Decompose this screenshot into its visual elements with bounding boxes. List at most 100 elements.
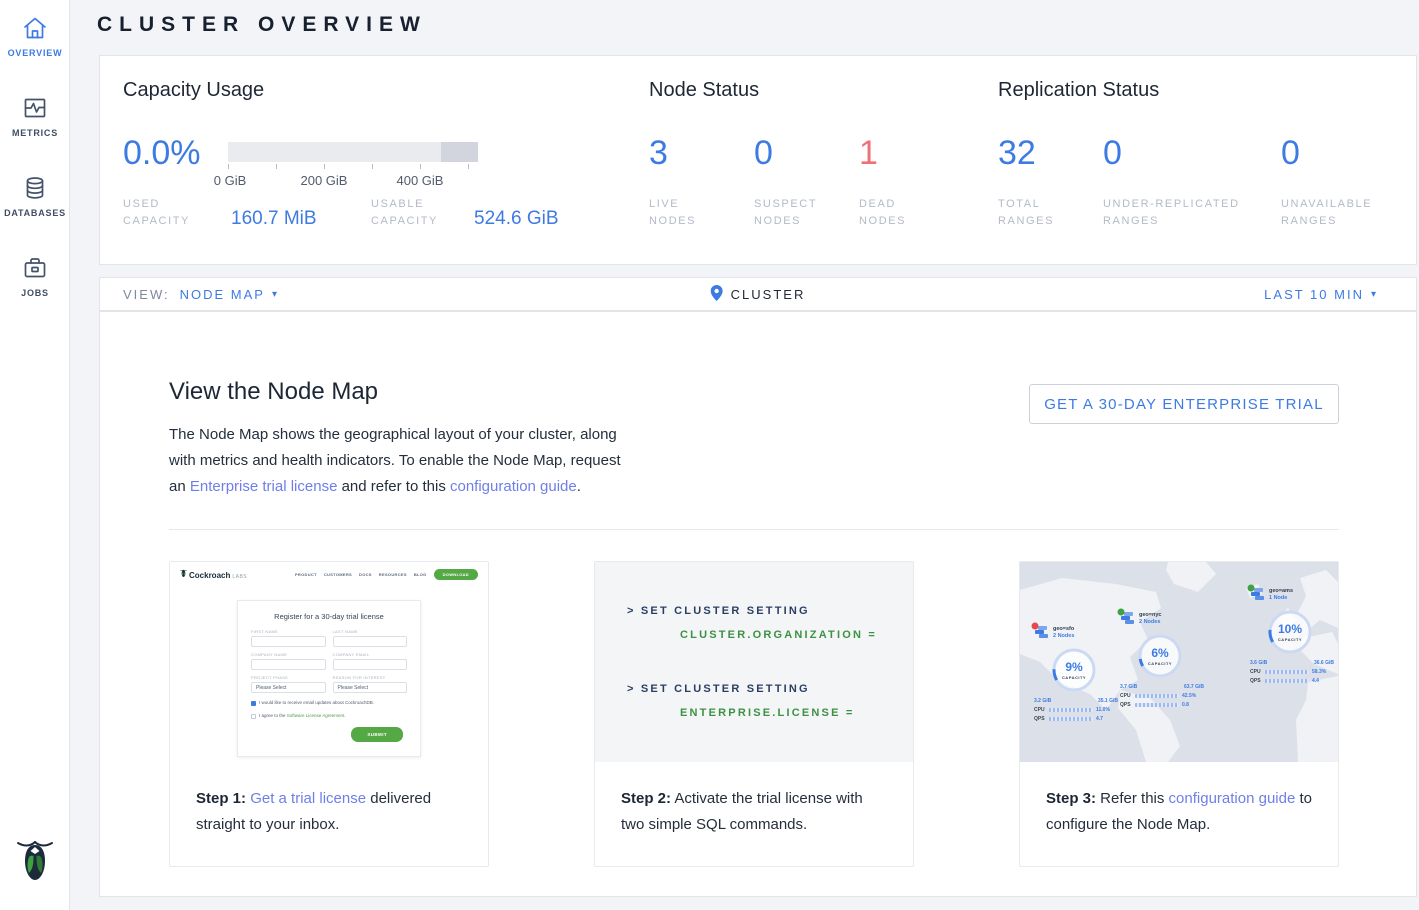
- qps-label: QPS: [1034, 716, 1046, 722]
- capacity-percent: 10%: [1278, 622, 1302, 636]
- capacity-label: CAPACITY: [1148, 661, 1172, 666]
- view-toolbar: VIEW: NODE MAP ▾ CLUSTER LAST 10 MIN ▾: [99, 277, 1417, 311]
- mini-field-label: LAST NAME: [333, 629, 408, 634]
- mini-input: [333, 659, 408, 670]
- databases-icon: [0, 174, 70, 202]
- locality-node-count: 2 Nodes: [1139, 619, 1161, 625]
- chevron-down-icon: ▾: [1371, 289, 1376, 300]
- mini-checkbox-text: I agree to the: [259, 713, 287, 718]
- sidebar-item-databases[interactable]: DATABASES: [0, 174, 70, 218]
- mini-nav-item: RESOURCES: [379, 572, 407, 577]
- unavailable-ranges-label: UNAVAILABLE RANGES: [1281, 196, 1391, 230]
- used-capacity-label: USED CAPACITY: [123, 196, 203, 230]
- under-replicated-ranges-label: UNDER-REPLICATED RANGES: [1103, 196, 1263, 230]
- qps-label: QPS: [1120, 702, 1132, 708]
- cpu-value: 58.3%: [1312, 669, 1326, 675]
- get-enterprise-trial-button[interactable]: GET A 30-DAY ENTERPRISE TRIAL: [1029, 384, 1339, 424]
- cpu-bar: [1135, 694, 1179, 698]
- cpu-bar: [1265, 670, 1309, 674]
- capacity-label: CAPACITY: [1062, 675, 1086, 680]
- mini-checkbox-label: I agree to the Software License Agreemen…: [259, 713, 346, 718]
- get-trial-license-link[interactable]: Get a trial license: [250, 790, 366, 807]
- total-capacity: 36.6 GiB: [1314, 660, 1334, 666]
- mini-nav-item: DOCS: [359, 572, 372, 577]
- suspect-nodes-value: 0: [754, 134, 773, 173]
- gauge-tick: [468, 164, 469, 169]
- qps-value: 0.8: [1182, 702, 1189, 708]
- description-text: .: [577, 478, 581, 495]
- sql-line: > SET CLUSTER SETTING: [627, 605, 810, 617]
- cpu-label: CPU: [1120, 693, 1132, 699]
- node-status-title: Node Status: [649, 79, 759, 102]
- qps-bar: [1265, 679, 1309, 683]
- mini-field-label: REASON FOR INTEREST: [333, 675, 408, 680]
- cpu-bar: [1049, 708, 1093, 712]
- configuration-guide-link[interactable]: configuration guide: [1169, 790, 1296, 807]
- total-capacity: 35.1 GiB: [1098, 698, 1118, 704]
- steps-cards: Cockroach LABS PRODUCT CUSTOMERS DOCS RE…: [169, 561, 1339, 867]
- used-capacity-value: 160.7 MiB: [231, 208, 317, 230]
- used-capacity: 3.6 GiB: [1250, 660, 1267, 666]
- configuration-guide-link[interactable]: configuration guide: [450, 478, 577, 495]
- mini-select: Please Select: [251, 682, 326, 693]
- mini-field-label: COMPANY EMAIL: [333, 652, 408, 657]
- locality-name: geo=sfo: [1053, 626, 1074, 632]
- time-range-dropdown[interactable]: LAST 10 MIN ▾: [1264, 287, 1376, 302]
- capacity-percent: 0.0%: [123, 134, 201, 173]
- sidebar-item-jobs[interactable]: JOBS: [0, 254, 70, 298]
- node-map-description: The Node Map shows the geographical layo…: [169, 422, 639, 500]
- mini-input: [251, 636, 326, 647]
- sidebar-item-overview[interactable]: OVERVIEW: [0, 14, 70, 58]
- view-selector-dropdown[interactable]: NODE MAP ▾: [180, 287, 277, 302]
- scope-breadcrumb: CLUSTER: [731, 287, 806, 302]
- capacity-ring: 10% CAPACITY: [1264, 606, 1316, 658]
- cockroach-labs-logo-icon: [16, 839, 54, 888]
- node-map-marker-sfo: geo=sfo 2 Nodes 9% CAPACITY: [1034, 626, 1128, 722]
- sidebar: OVERVIEW METRICS DATABASES JOBS: [0, 0, 70, 910]
- dead-nodes-label: DEAD NODES: [859, 196, 939, 230]
- home-icon: [0, 14, 70, 42]
- capacity-label: CAPACITY: [1278, 637, 1302, 642]
- used-capacity: 3.7 GiB: [1120, 684, 1137, 690]
- jobs-icon: [0, 254, 70, 282]
- qps-value: 4.7: [1096, 716, 1103, 722]
- sidebar-item-metrics[interactable]: METRICS: [0, 94, 70, 138]
- mini-field-label: FIRST NAME: [251, 629, 326, 634]
- mini-cockroach-logo: Cockroach LABS: [180, 569, 247, 580]
- replication-status-title: Replication Status: [998, 79, 1159, 102]
- qps-bar: [1135, 703, 1179, 707]
- sql-line: > SET CLUSTER SETTING: [627, 683, 810, 695]
- capacity-percent: 6%: [1151, 646, 1168, 660]
- cpu-label: CPU: [1250, 669, 1262, 675]
- mini-nav-item: CUSTOMERS: [324, 572, 352, 577]
- total-capacity: 63.7 GiB: [1184, 684, 1204, 690]
- mini-nav-item: PRODUCT: [295, 572, 317, 577]
- status-badge-icon: [1247, 584, 1255, 592]
- total-ranges-value: 32: [998, 134, 1036, 173]
- cpu-value: 11.0%: [1096, 707, 1110, 713]
- usable-capacity-value: 524.6 GiB: [474, 208, 559, 230]
- live-nodes-label: LIVE NODES: [649, 196, 729, 230]
- node-map-marker-nyc: geo=nyc 2 Nodes 6% CAPACITY: [1120, 612, 1214, 708]
- node-map-marker-ams: geo=ams 1 Node 10% CAPACITY: [1250, 588, 1338, 684]
- cluster-summary-panel: Capacity Usage 0.0% 0 GiB 200 GiB 400 Gi…: [99, 55, 1417, 265]
- location-pin-icon: [711, 285, 723, 304]
- under-replicated-ranges-value: 0: [1103, 134, 1122, 173]
- mini-input: [333, 636, 408, 647]
- gauge-tick: [420, 164, 421, 169]
- gauge-tick: [276, 164, 277, 169]
- mini-checkbox-label: I would like to receive email updates ab…: [259, 700, 374, 705]
- capacity-percent: 9%: [1065, 660, 1082, 674]
- total-ranges-label: TOTAL RANGES: [998, 196, 1078, 230]
- qps-bar: [1049, 717, 1093, 721]
- cpu-value: 42.5%: [1182, 693, 1196, 699]
- sql-commands-snippet: > SET CLUSTER SETTING CLUSTER.ORGANIZATI…: [595, 562, 913, 762]
- capacity-usage-title: Capacity Usage: [123, 79, 264, 102]
- view-label: VIEW:: [123, 287, 170, 302]
- enterprise-trial-license-link[interactable]: Enterprise trial license: [190, 478, 338, 495]
- register-page-thumbnail: Cockroach LABS PRODUCT CUSTOMERS DOCS RE…: [170, 562, 488, 762]
- step3-text: Refer this: [1096, 790, 1169, 807]
- page-title: CLUSTER OVERVIEW: [97, 13, 427, 37]
- node-map-heading: View the Node Map: [169, 378, 378, 406]
- mini-logo-suffix: LABS: [232, 574, 247, 580]
